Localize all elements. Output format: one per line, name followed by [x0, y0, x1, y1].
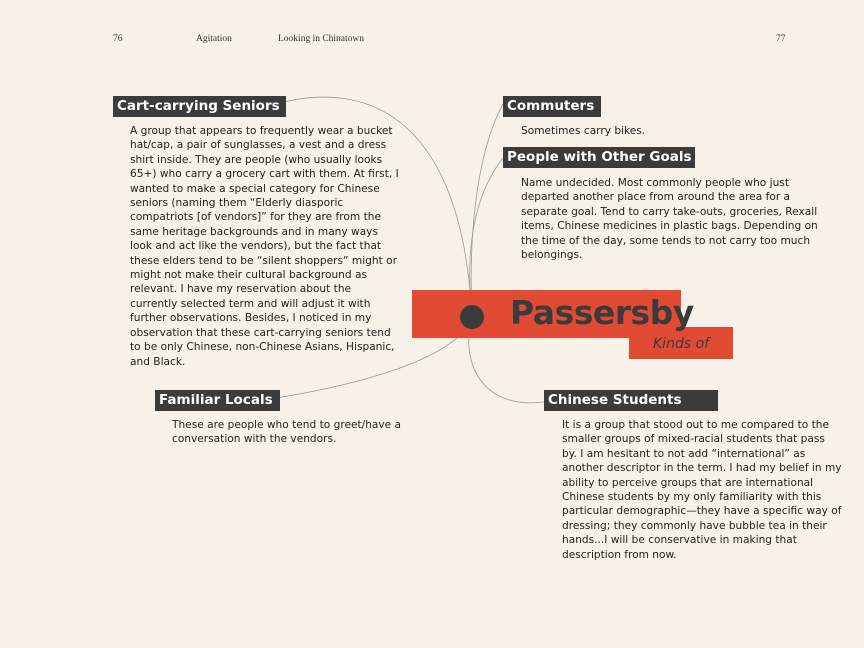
group-description-chinese-students: It is a group that stood out to me compa…: [562, 419, 842, 561]
page-subtitle: Kinds of: [653, 336, 710, 352]
group-title-cart-carrying-seniors: Cart-carrying Seniors: [113, 96, 286, 117]
group-title-chinese-students: Chinese Students: [544, 390, 718, 411]
page-title: Passersby: [510, 293, 694, 332]
group-description-familiar-locals: These are people who tend to greet/have …: [172, 419, 402, 446]
group-description-commuters: Sometimes carry bikes.: [521, 125, 646, 137]
group-title-familiar-locals: Familiar Locals: [155, 390, 280, 411]
connector-commuters: [470, 103, 504, 318]
center-node-dot: [460, 305, 484, 329]
group-description-cart-carrying-seniors: A group that appears to frequently wear …: [130, 125, 399, 368]
group-title-commuters: Commuters: [503, 96, 601, 117]
group-title-other-goals: People with Other Goals: [503, 147, 695, 168]
group-description-other-goals: Name undecided. Most commonly people who…: [521, 177, 818, 262]
